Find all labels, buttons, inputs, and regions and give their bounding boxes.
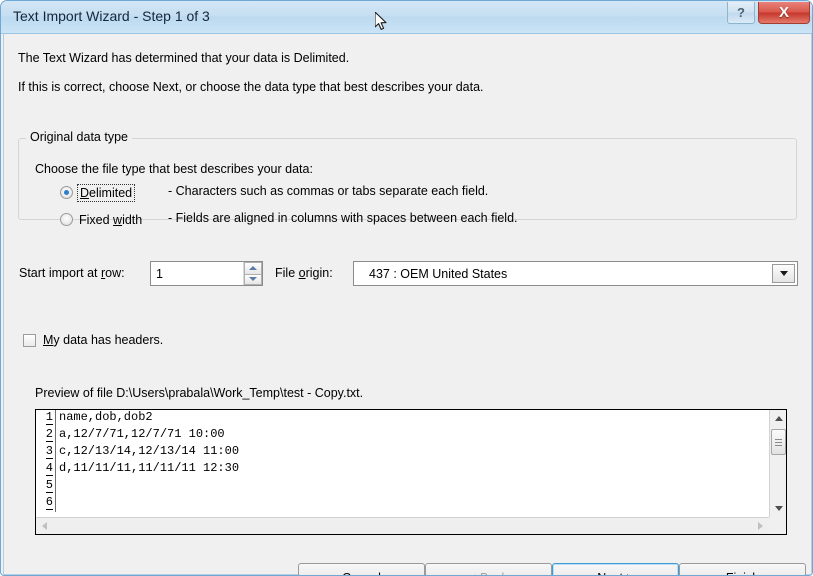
finish-button-text: inish: [733, 571, 759, 576]
preview-row-text: [56, 478, 769, 495]
text-import-wizard-dialog: Text Import Wizard - Step 1 of 3 ? X The…: [0, 0, 813, 576]
preview-row-number-text: 1: [45, 410, 53, 425]
file-origin-value: 437 : OEM United States: [369, 266, 508, 281]
radio-delimited-label: Delimited: [76, 183, 136, 202]
my-data-has-headers-checkbox[interactable]: [23, 333, 36, 347]
close-button[interactable]: X: [758, 2, 810, 24]
radio-delimited-accel: D: [80, 185, 90, 200]
radio-fixed-width-prefix: Fixed: [79, 212, 114, 227]
preview-row-text: [56, 495, 769, 512]
grip-line-icon: [775, 441, 782, 443]
start-import-input[interactable]: 1: [151, 262, 243, 285]
preview-row-number-text: 5: [45, 478, 53, 493]
triangle-down-glyph: [779, 271, 788, 276]
preview-row-number: 4: [36, 461, 56, 478]
preview-row-number-text: 4: [45, 461, 53, 476]
preview-row-number-text: 6: [45, 495, 53, 510]
radio-delimited-description: - Characters such as commas or tabs sepa…: [168, 184, 489, 198]
my-data-has-headers-accel: M: [43, 333, 54, 347]
file-origin-label-prefix: File: [275, 266, 299, 280]
spinner-down-button[interactable]: [244, 273, 262, 285]
help-button[interactable]: ?: [727, 2, 755, 24]
chevron-down-icon[interactable]: [772, 264, 795, 283]
scroll-down-icon: [774, 506, 783, 511]
preview-row: 5: [36, 478, 769, 495]
radio-delimited-text: elimited: [89, 185, 133, 200]
radio-fixed-width-description: - Fields are aligned in columns with spa…: [168, 211, 518, 225]
preview-pane[interactable]: 1 name,dob,dob2 2 a,12/7/71,12/7/71 10:0…: [35, 409, 787, 535]
file-origin-combobox[interactable]: 437 : OEM United States: [353, 261, 798, 286]
next-button-accel: N: [597, 571, 606, 576]
radio-delimited-indicator[interactable]: [60, 186, 73, 199]
window-title: Text Import Wizard - Step 1 of 3: [13, 8, 210, 24]
cancel-button[interactable]: Cancel: [298, 563, 425, 575]
scroll-up-button[interactable]: [770, 410, 786, 427]
scrollbar-corner: [769, 517, 786, 534]
original-data-type-legend: Original data type: [26, 130, 132, 144]
start-import-label-prefix: Start import at: [19, 266, 101, 280]
file-origin-label-suffix: rigin:: [305, 266, 333, 280]
grip-line-icon: [775, 438, 782, 440]
back-button: < Back: [425, 563, 552, 575]
file-type-prompt: Choose the file type that best describes…: [35, 162, 313, 176]
intro-line-1: The Text Wizard has determined that your…: [18, 51, 350, 65]
preview-row: 6: [36, 495, 769, 512]
my-data-has-headers-text: y data has headers.: [53, 333, 164, 347]
spinner-up-button[interactable]: [244, 262, 262, 274]
next-button-text: ext >: [606, 571, 633, 576]
radio-delimited[interactable]: Delimited: [60, 183, 136, 202]
next-button[interactable]: Next >: [552, 563, 679, 576]
scroll-up-icon: [774, 416, 783, 421]
original-data-type-group: [18, 138, 797, 220]
preview-row-number: 5: [36, 478, 56, 495]
vertical-scrollbar-thumb[interactable]: [771, 429, 786, 455]
start-import-spinner[interactable]: 1: [150, 261, 263, 286]
scroll-left-button[interactable]: [36, 518, 53, 534]
finish-button-accel: F: [726, 571, 734, 576]
scroll-left-icon: [42, 522, 47, 530]
radio-fixed-width-text: idth: [122, 212, 143, 227]
file-origin-label: File origin:: [275, 266, 333, 280]
triangle-up-icon: [249, 266, 257, 271]
my-data-has-headers-label: My data has headers.: [43, 333, 163, 347]
preview-row-number-text: 2: [45, 427, 53, 442]
preview-row-text: c,12/13/14,12/13/14 11:00: [59, 444, 240, 458]
scroll-right-button[interactable]: [752, 518, 769, 534]
preview-vertical-scrollbar[interactable]: [769, 410, 786, 517]
preview-row: 2 a,12/7/71,12/7/71 10:00: [36, 427, 769, 444]
preview-horizontal-scrollbar[interactable]: [36, 517, 769, 534]
my-data-has-headers-row[interactable]: My data has headers.: [23, 333, 163, 347]
radio-fixed-width-indicator[interactable]: [60, 213, 73, 226]
start-import-label-suffix: ow:: [105, 266, 125, 280]
radio-fixed-width-accel: w: [113, 212, 123, 227]
spinner-buttons: [243, 262, 262, 285]
preview-row-number-text: 3: [45, 444, 53, 459]
triangle-down-icon: [249, 277, 257, 282]
finish-button[interactable]: Finish: [679, 563, 806, 576]
preview-row: 1 name,dob,dob2: [36, 410, 769, 427]
preview-row: 4 d,11/11/11,11/11/11 12:30: [36, 461, 769, 478]
scroll-down-button[interactable]: [770, 500, 786, 517]
preview-row-number: 6: [36, 495, 56, 512]
scroll-right-icon: [758, 522, 763, 530]
dialog-client-area: The Text Wizard has determined that your…: [3, 34, 812, 575]
preview-row: 3 c,12/13/14,12/13/14 11:00: [36, 444, 769, 461]
preview-row-text: a,12/7/71,12/7/71 10:00: [59, 427, 225, 441]
preview-file-label: Preview of file D:\Users\prabala\Work_Te…: [35, 386, 364, 400]
radio-fixed-width[interactable]: Fixed width: [60, 210, 142, 229]
start-import-label: Start import at row:: [19, 266, 125, 280]
grip-line-icon: [775, 444, 782, 446]
preview-row-number: 2: [36, 427, 56, 444]
preview-row-text: name,dob,dob2: [59, 410, 153, 424]
preview-row-text: d,11/11/11,11/11/11 12:30: [59, 461, 240, 475]
preview-row-number: 3: [36, 444, 56, 461]
radio-fixed-width-label: Fixed width: [79, 213, 142, 227]
preview-content: 1 name,dob,dob2 2 a,12/7/71,12/7/71 10:0…: [36, 410, 769, 517]
preview-row-number: 1: [36, 410, 56, 427]
intro-line-2: If this is correct, choose Next, or choo…: [18, 80, 484, 94]
file-origin-accel: o: [298, 266, 306, 280]
title-bar[interactable]: Text Import Wizard - Step 1 of 3 ? X: [1, 1, 812, 34]
